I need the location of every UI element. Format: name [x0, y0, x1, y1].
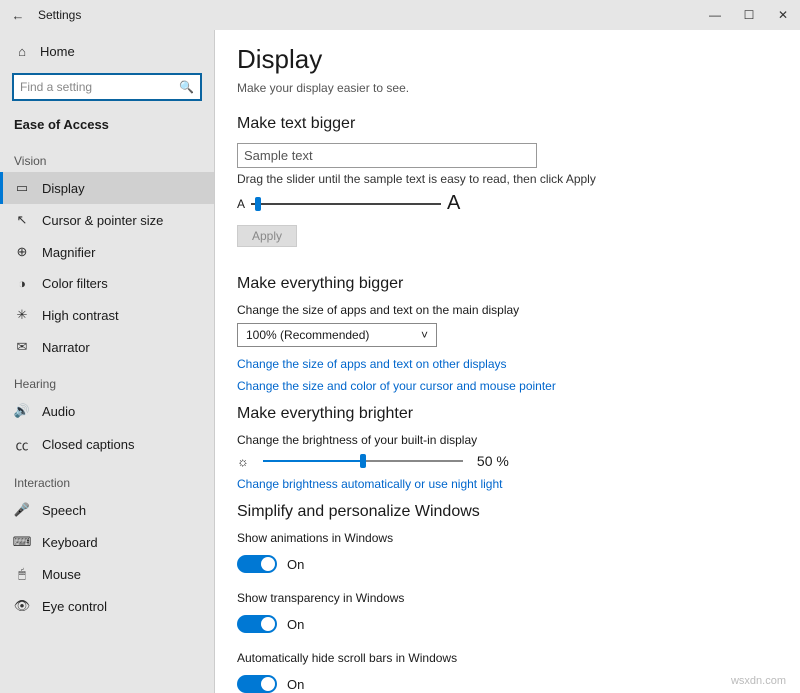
search-placeholder: Find a setting: [20, 80, 92, 94]
main-content: Display Make your display easier to see.…: [215, 30, 800, 693]
text-slider-thumb[interactable]: [255, 197, 261, 211]
nav-icon: 🖱: [14, 566, 30, 582]
search-input[interactable]: Find a setting 🔍: [12, 73, 202, 101]
toggle-transparency-state: On: [287, 617, 304, 632]
sidebar-item-narrator[interactable]: ✉ Narrator: [0, 331, 214, 363]
brightness-thumb[interactable]: [360, 454, 366, 468]
nav-label: Mouse: [42, 567, 81, 582]
text-size-slider[interactable]: A A: [237, 192, 778, 215]
sidebar-item-high-contrast[interactable]: ✳ High contrast: [0, 299, 214, 331]
nav-label: Audio: [42, 404, 75, 419]
sun-icon: ☼: [237, 454, 249, 469]
section-everything-bigger: Make everything bigger: [237, 275, 778, 293]
brightness-slider[interactable]: [263, 460, 463, 462]
home-nav[interactable]: ⌂ Home: [0, 38, 214, 65]
close-button[interactable]: ✕: [766, 0, 800, 30]
section-simplify: Simplify and personalize Windows: [237, 503, 778, 521]
apply-button[interactable]: Apply: [237, 225, 297, 247]
nav-icon: 🔊: [14, 403, 30, 419]
scale-label: Change the size of apps and text on the …: [237, 303, 778, 317]
titlebar: ← Settings — ☐ ✕: [0, 0, 800, 30]
page-subtitle: Make your display easier to see.: [237, 81, 778, 95]
home-label: Home: [40, 44, 75, 59]
nav-group: Hearing: [0, 363, 214, 395]
nav-label: Keyboard: [42, 535, 98, 550]
toggle-scrollbars-state: On: [287, 677, 304, 692]
scale-value: 100% (Recommended): [246, 328, 369, 342]
nav-label: Eye control: [42, 599, 107, 614]
nav-icon: 👁: [14, 598, 30, 614]
nav-label: Narrator: [42, 340, 90, 355]
nav-label: Closed captions: [42, 437, 135, 452]
sidebar-item-audio[interactable]: 🔊 Audio: [0, 395, 214, 427]
home-icon: ⌂: [14, 44, 30, 59]
nav-icon: ㏄: [14, 435, 30, 454]
nav-label: Color filters: [42, 276, 108, 291]
nav-icon: ⌨: [14, 534, 30, 550]
sidebar: ⌂ Home Find a setting 🔍 Ease of Access V…: [0, 30, 215, 693]
large-a-icon: A: [447, 192, 460, 215]
nav-label: Display: [42, 181, 85, 196]
section-text-bigger: Make text bigger: [237, 115, 778, 133]
toggle-scrollbars[interactable]: [237, 675, 277, 693]
nav-icon: ✉: [14, 339, 30, 355]
page-title: Display: [237, 44, 778, 75]
sidebar-item-speech[interactable]: 🎤 Speech: [0, 494, 214, 526]
toggle-animations-label: Show animations in Windows: [237, 531, 778, 545]
nav-group: Interaction: [0, 462, 214, 494]
maximize-button[interactable]: ☐: [732, 0, 766, 30]
nav-icon: ⊕: [14, 244, 30, 260]
sidebar-item-keyboard[interactable]: ⌨ Keyboard: [0, 526, 214, 558]
link-cursor-pointer[interactable]: Change the size and color of your cursor…: [237, 379, 778, 393]
slider-hint: Drag the slider until the sample text is…: [237, 172, 778, 186]
chevron-down-icon: ˅: [421, 328, 428, 342]
sidebar-item-mouse[interactable]: 🖱 Mouse: [0, 558, 214, 590]
sidebar-item-cursor-pointer-size[interactable]: ↖ Cursor & pointer size: [0, 204, 214, 236]
sample-text-box: Sample text: [237, 143, 537, 168]
breadcrumb: Ease of Access: [0, 109, 214, 140]
nav-label: Magnifier: [42, 245, 95, 260]
toggle-scrollbars-label: Automatically hide scroll bars in Window…: [237, 651, 778, 665]
link-night-light[interactable]: Change brightness automatically or use n…: [237, 477, 778, 491]
sidebar-item-eye-control[interactable]: 👁 Eye control: [0, 590, 214, 622]
nav-icon: 🎤: [14, 502, 30, 518]
toggle-animations[interactable]: [237, 555, 277, 573]
toggle-transparency-label: Show transparency in Windows: [237, 591, 778, 605]
sidebar-item-display[interactable]: ▭ Display: [0, 172, 214, 204]
window-title: Settings: [38, 8, 81, 22]
back-button[interactable]: ←: [6, 8, 30, 23]
nav-icon: ↖: [14, 212, 30, 228]
sidebar-item-magnifier[interactable]: ⊕ Magnifier: [0, 236, 214, 268]
nav-label: Speech: [42, 503, 86, 518]
sidebar-item-color-filters[interactable]: ◑ Color filters: [0, 268, 214, 299]
nav-label: High contrast: [42, 308, 119, 323]
small-a-icon: A: [237, 197, 245, 211]
watermark: wsxdn.com: [731, 675, 786, 687]
section-brighter: Make everything brighter: [237, 405, 778, 423]
nav-icon: ▭: [14, 180, 30, 196]
nav-icon: ✳: [14, 307, 30, 323]
nav-icon: ◑: [14, 276, 30, 291]
brightness-label: Change the brightness of your built-in d…: [237, 433, 778, 447]
toggle-transparency[interactable]: [237, 615, 277, 633]
nav-label: Cursor & pointer size: [42, 213, 163, 228]
search-icon: 🔍: [179, 80, 194, 94]
nav-group: Vision: [0, 140, 214, 172]
brightness-percent: 50 %: [477, 453, 509, 469]
minimize-button[interactable]: —: [698, 0, 732, 30]
toggle-animations-state: On: [287, 557, 304, 572]
sidebar-item-closed-captions[interactable]: ㏄ Closed captions: [0, 427, 214, 462]
link-other-displays[interactable]: Change the size of apps and text on othe…: [237, 357, 778, 371]
scale-select[interactable]: 100% (Recommended) ˅: [237, 323, 437, 347]
